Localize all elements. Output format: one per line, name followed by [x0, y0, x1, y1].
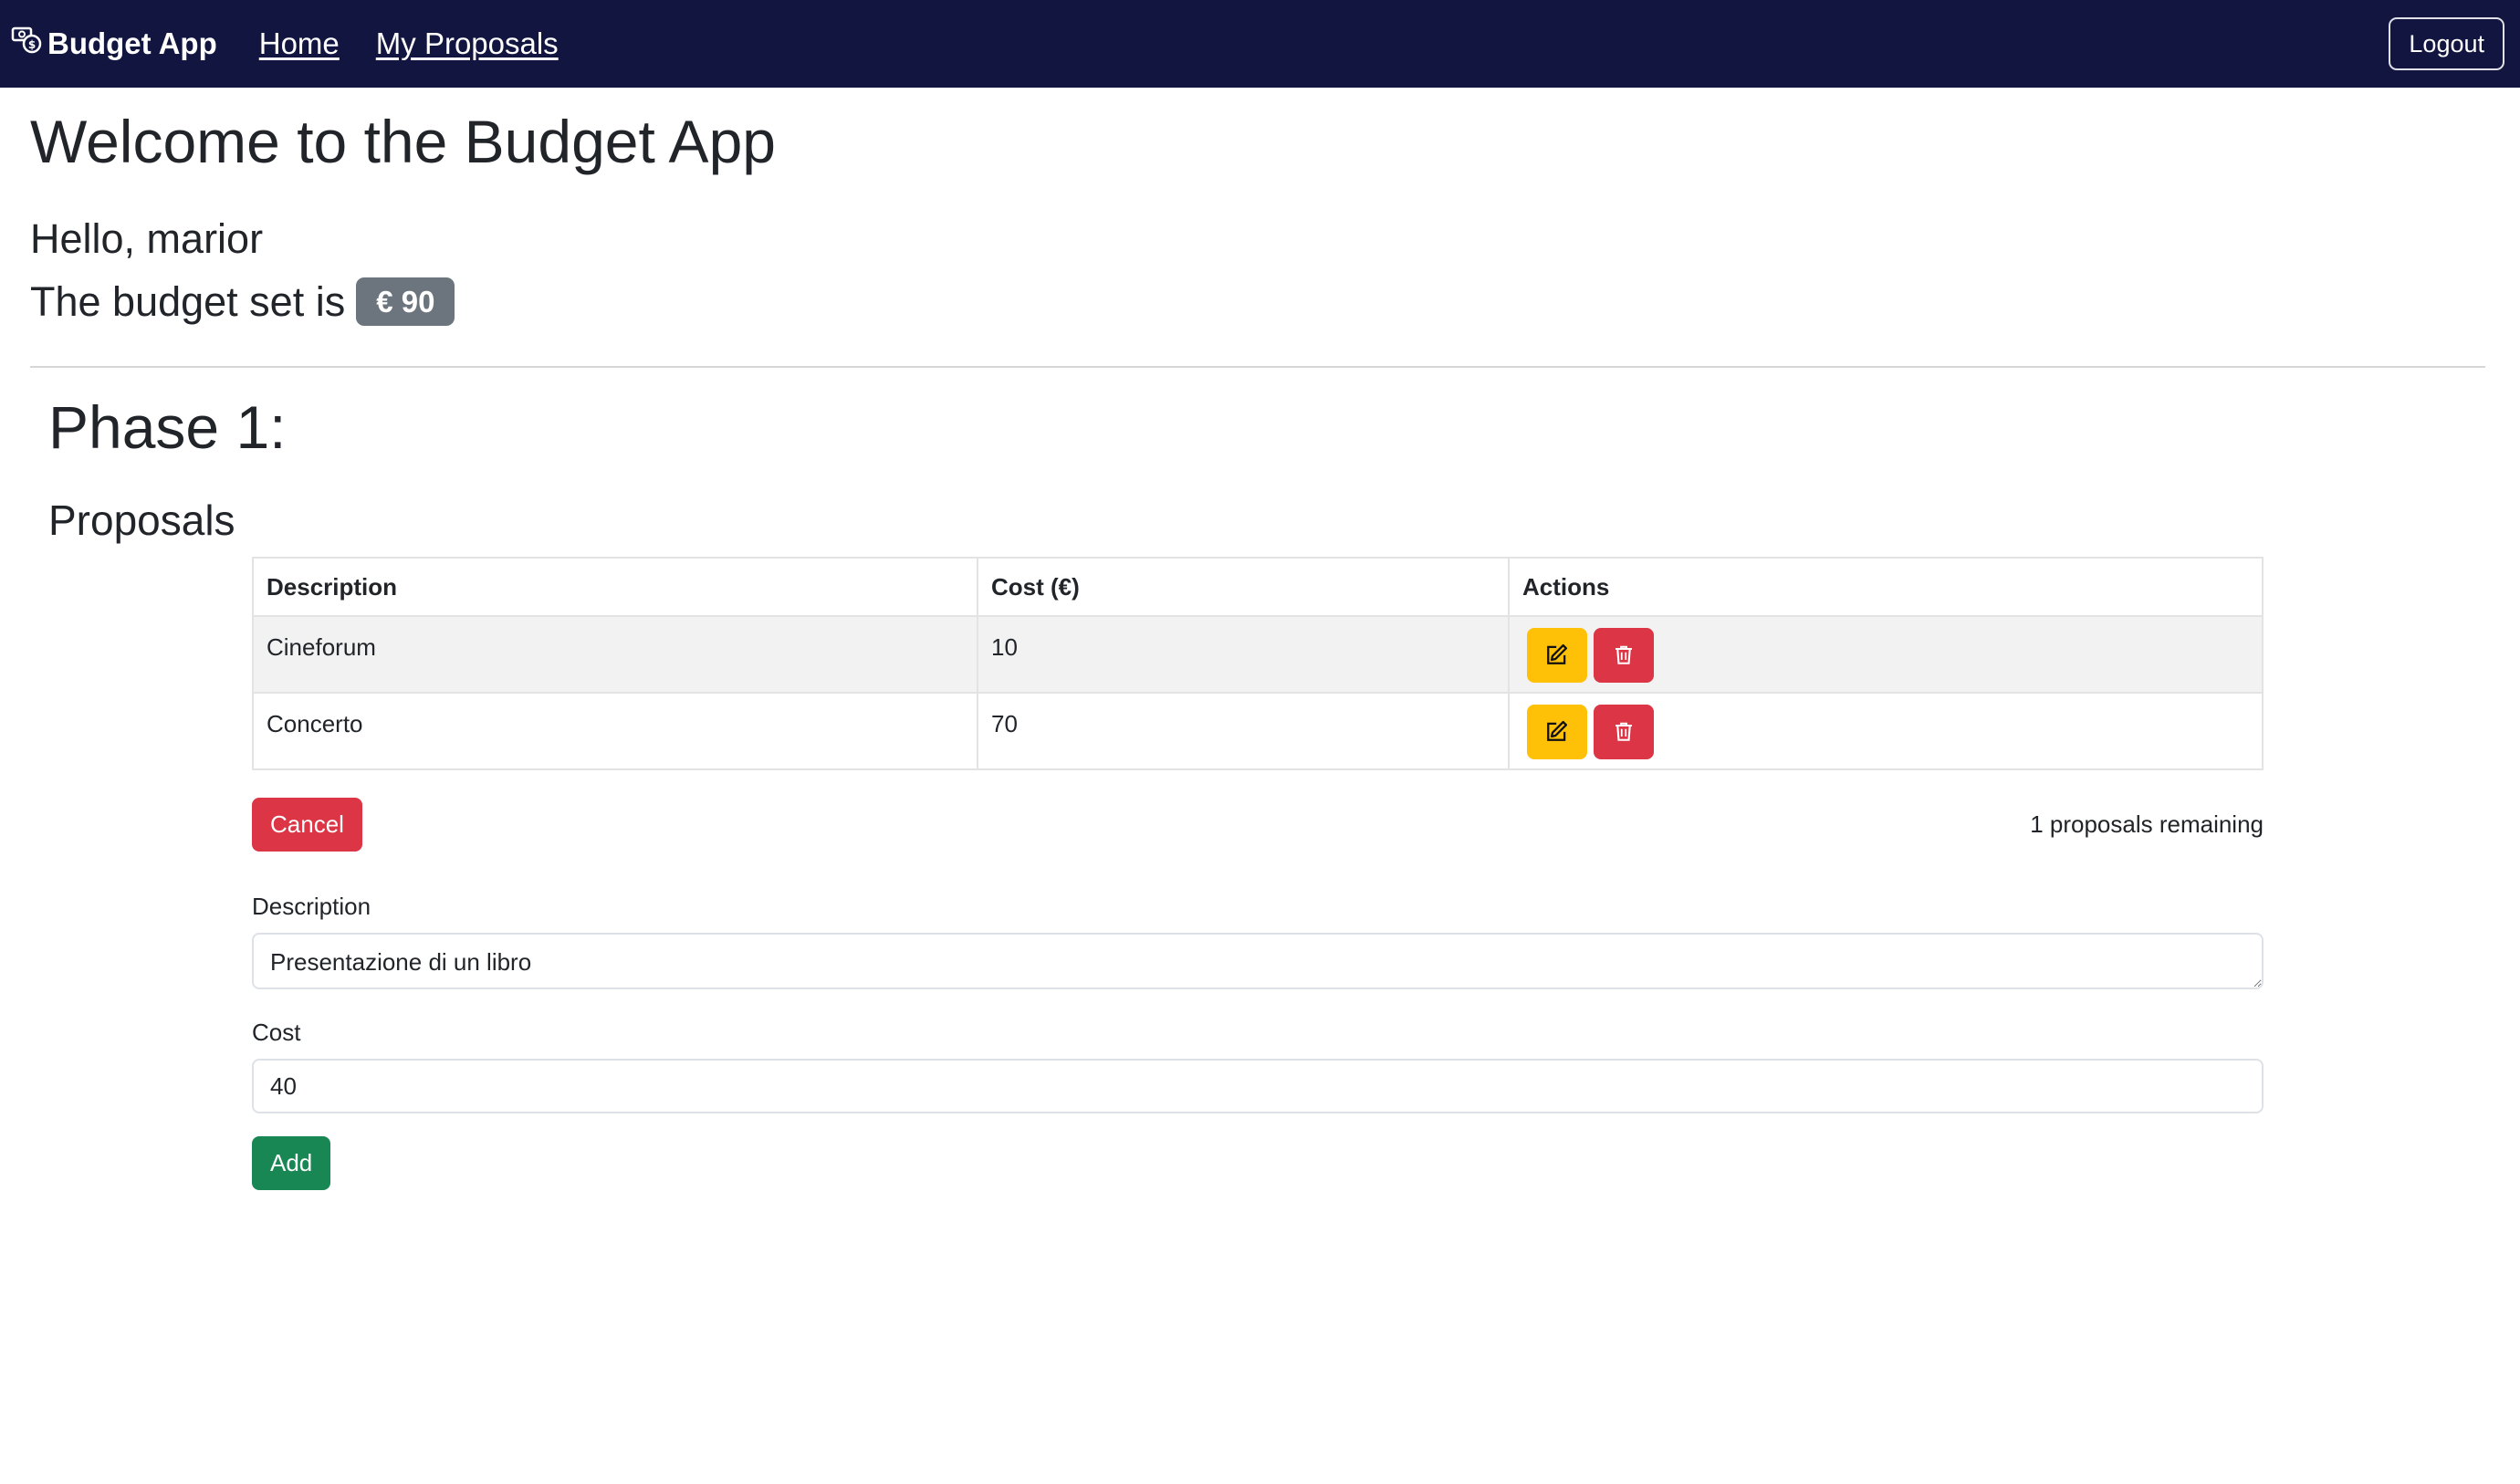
cell-description: Cineforum — [252, 615, 978, 694]
cost-input[interactable] — [252, 1059, 2264, 1113]
trash-icon — [1613, 719, 1635, 746]
brand-link[interactable]: $ Budget App — [11, 25, 217, 63]
cell-actions — [1508, 615, 2264, 694]
page-title: Welcome to the Budget App — [30, 108, 776, 175]
add-button[interactable]: Add — [252, 1136, 331, 1190]
cell-actions — [1508, 692, 2264, 770]
budget-line: The budget set is € 90 — [30, 277, 455, 326]
nav-my-proposals-link[interactable]: My Proposals — [376, 26, 559, 61]
section-divider — [30, 366, 2485, 368]
cell-cost: 70 — [977, 692, 1510, 770]
cost-label: Cost — [252, 1019, 301, 1046]
delete-button[interactable] — [1594, 705, 1654, 759]
edit-button[interactable] — [1527, 628, 1587, 683]
trash-icon — [1613, 643, 1635, 669]
header-actions: Actions — [1508, 557, 2264, 617]
budget-label: The budget set is — [30, 277, 346, 325]
edit-icon — [1545, 719, 1569, 746]
table-row: Concerto 70 — [252, 692, 2264, 770]
brand-label: Budget App — [47, 26, 217, 60]
header-cost: Cost (€) — [977, 557, 1510, 617]
top-navbar: $ Budget App Home My Proposals Logout — [0, 0, 2520, 88]
table-row: Cineforum 10 — [252, 615, 2264, 694]
greeting-text: Hello, marior — [30, 215, 264, 262]
description-textarea[interactable]: Presentazione di un libro — [252, 933, 2264, 989]
cancel-button[interactable]: Cancel — [252, 798, 362, 852]
money-cash-icon: $ — [11, 25, 47, 63]
proposals-remaining-text: 1 proposals remaining — [2030, 810, 2264, 838]
nav-home-link[interactable]: Home — [259, 26, 340, 61]
proposals-table: Description Cost (€) Actions Cineforum 1… — [252, 557, 2264, 770]
description-label: Description — [252, 893, 371, 920]
edit-button[interactable] — [1527, 705, 1587, 759]
cell-description: Concerto — [252, 692, 978, 770]
svg-text:$: $ — [28, 38, 36, 51]
header-description: Description — [252, 557, 978, 617]
table-header-row: Description Cost (€) Actions — [252, 557, 2264, 617]
proposals-heading: Proposals — [48, 496, 235, 544]
delete-button[interactable] — [1594, 628, 1654, 683]
edit-icon — [1545, 643, 1569, 669]
budget-badge: € 90 — [356, 277, 455, 326]
phase-title: Phase 1: — [48, 393, 287, 461]
cell-cost: 10 — [977, 615, 1510, 694]
logout-button[interactable]: Logout — [2389, 17, 2504, 70]
proposals-table-wrapper: Description Cost (€) Actions Cineforum 1… — [252, 557, 2264, 770]
